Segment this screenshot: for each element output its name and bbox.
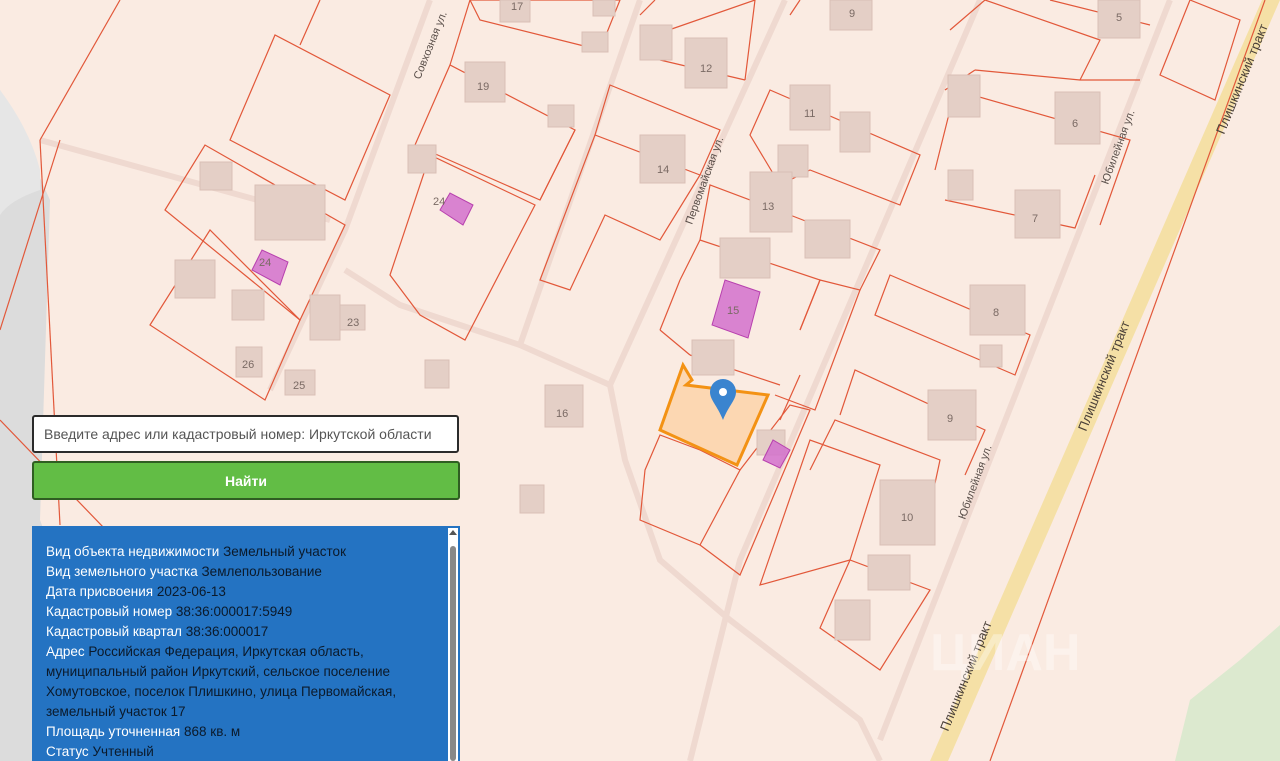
house-number: 16 [556,408,568,420]
info-row-area: Площадь уточненная 868 кв. м [46,722,436,742]
house-number: 6 [1072,118,1078,130]
house-number: 24 [259,257,271,269]
house-number: 23 [347,317,359,329]
search-box[interactable] [32,415,459,453]
house-number: 25 [293,380,305,392]
info-value: 868 кв. м [184,724,241,739]
info-label: Вид объекта недвижимости [46,544,220,559]
info-scrollbar[interactable] [448,528,458,761]
house-number: 13 [762,201,774,213]
search-input[interactable] [34,417,457,451]
info-row-object-type: Вид объекта недвижимости Земельный участ… [46,542,436,562]
house-number: 15 [727,305,739,317]
info-value: Учтенный [92,744,154,759]
house-number: 11 [804,108,815,120]
info-value: Российская Федерация, Иркутская область,… [46,644,397,719]
house-number: 24 [433,196,445,208]
house-number: 17 [511,1,523,13]
info-label: Дата присвоения [46,584,154,599]
info-row-cadastral-number: Кадастровый номер 38:36:000017:5949 [46,602,436,622]
info-value: Земельный участок [223,544,346,559]
house-number: 9 [849,8,855,20]
info-value: 38:36:000017:5949 [175,604,293,619]
watermark: ЦИАН [930,624,1080,682]
info-label: Площадь уточненная [46,724,181,739]
info-row-land-type: Вид земельного участка Землепользование [46,562,436,582]
info-value: 2023-06-13 [156,584,226,599]
info-label: Кадастровый номер [46,604,173,619]
info-panel[interactable]: Вид объекта недвижимости Земельный участ… [32,526,460,761]
find-button[interactable]: Найти [32,461,460,500]
info-label: Вид земельного участка [46,564,198,579]
house-number: 5 [1116,12,1122,24]
house-number: 10 [901,512,913,524]
house-number: 26 [242,359,254,371]
info-row-status: Статус Учтенный [46,742,436,761]
info-value: 38:36:000017 [185,624,269,639]
info-label: Кадастровый квартал [46,624,182,639]
house-number: 19 [477,81,489,93]
info-value: Землепользование [201,564,322,579]
info-label: Статус [46,744,89,759]
info-row-assign-date: Дата присвоения 2023-06-13 [46,582,436,602]
scroll-up-arrow-icon[interactable] [449,530,457,535]
scroll-thumb[interactable] [450,546,456,761]
house-number: 9 [947,413,953,425]
info-row-cadastral-block: Кадастровый квартал 38:36:000017 [46,622,436,642]
house-number: 7 [1032,213,1038,225]
house-number: 12 [700,63,712,75]
info-label: Адрес [46,644,85,659]
house-number: 14 [657,164,669,176]
info-row-address: Адрес Российская Федерация, Иркутская об… [46,642,436,722]
house-number: 8 [993,307,999,319]
